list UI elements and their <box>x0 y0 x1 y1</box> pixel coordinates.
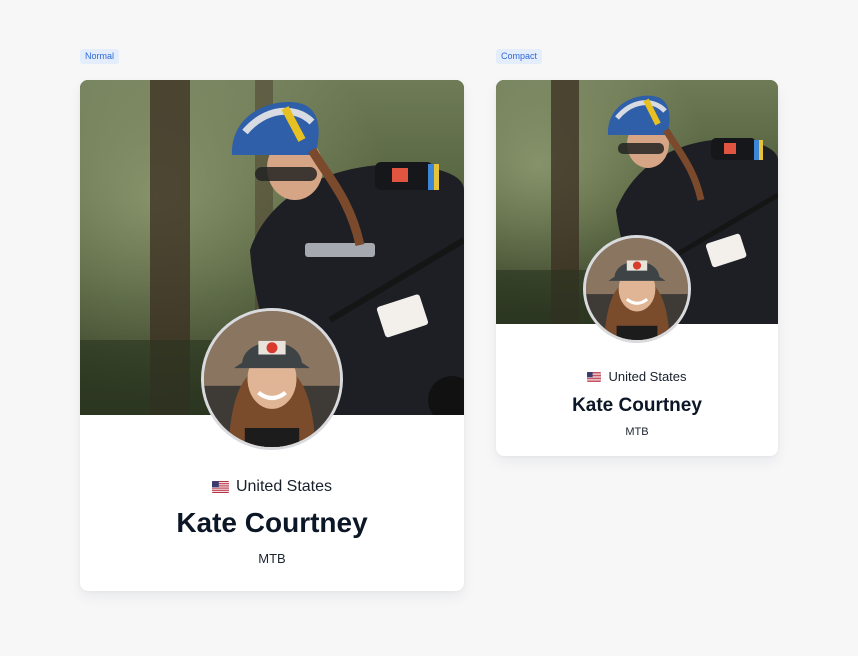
athlete-name: Kate Courtney <box>572 395 702 416</box>
athlete-country: United States <box>80 478 464 496</box>
athlete-avatar <box>201 308 343 450</box>
country-label: United States <box>235 478 333 495</box>
athlete-country: United States <box>496 369 778 384</box>
variant-label-normal: Normal <box>80 49 120 64</box>
athlete-discipline: MTB <box>258 551 286 566</box>
athlete-card-compact[interactable]: United States Kate Courtney MTB <box>496 80 778 456</box>
variant-label-compact: Compact <box>496 49 543 64</box>
athlete-avatar <box>583 235 691 343</box>
us-flag-icon <box>587 371 602 382</box>
athlete-discipline: MTB <box>625 426 649 438</box>
athlete-card-normal[interactable]: United States Kate Courtney MTB <box>80 80 464 591</box>
country-label: United States <box>608 369 687 384</box>
us-flag-icon <box>211 481 229 493</box>
athlete-name: Kate Courtney <box>176 507 368 538</box>
